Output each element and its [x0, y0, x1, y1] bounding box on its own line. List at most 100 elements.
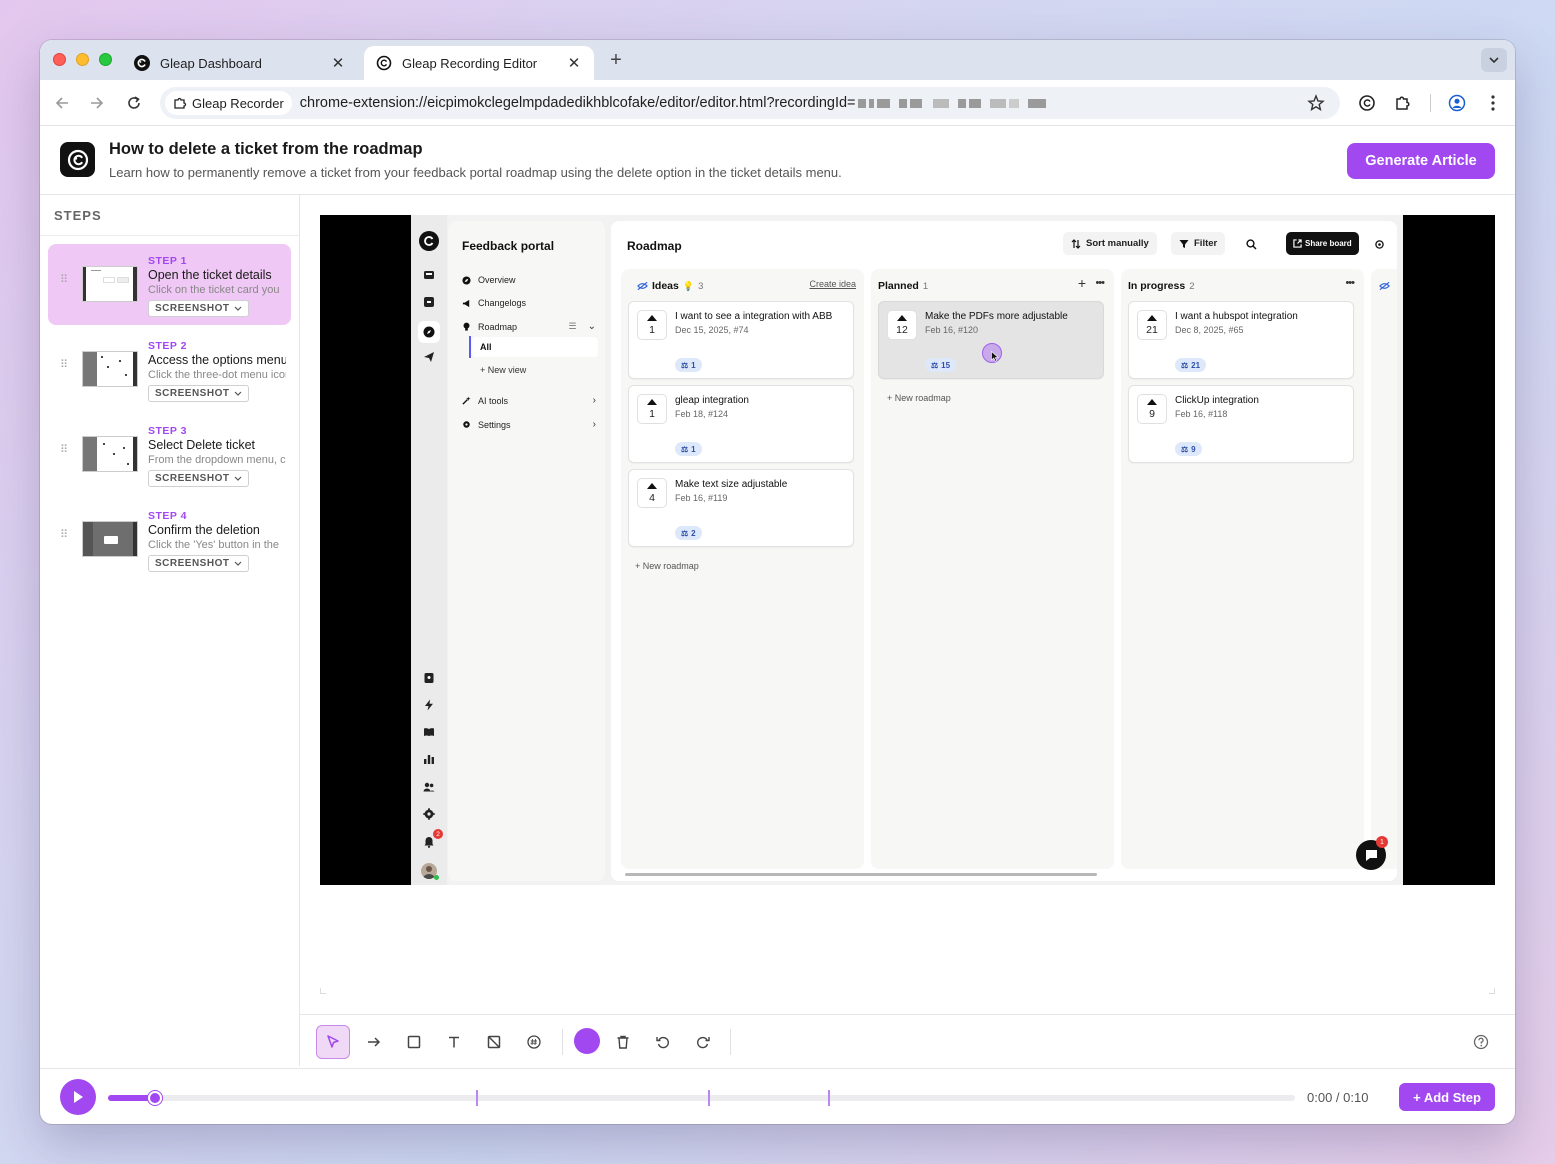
- timeline-track[interactable]: [108, 1090, 1295, 1106]
- ticket-badge: ⚖ 1: [675, 358, 702, 372]
- toolbar-divider: [730, 1029, 731, 1055]
- gleap-logo-icon: [419, 231, 439, 251]
- chevron-down-icon: [235, 561, 242, 566]
- back-icon[interactable]: [52, 93, 72, 113]
- redo-tool-button[interactable]: [686, 1025, 720, 1059]
- text-tool-button[interactable]: [437, 1025, 471, 1059]
- rectangle-tool-button[interactable]: [397, 1025, 431, 1059]
- add-step-button[interactable]: + Add Step: [1399, 1083, 1495, 1111]
- play-button[interactable]: [60, 1079, 96, 1115]
- nav-overview-label: Overview: [478, 275, 516, 285]
- tab-gleap-recording-editor[interactable]: Gleap Recording Editor ✕: [364, 46, 594, 80]
- vote-count: 9: [1149, 407, 1155, 420]
- filter-label: Filter: [1194, 238, 1218, 249]
- blur-tool-button[interactable]: [477, 1025, 511, 1059]
- badge-count: 21: [1191, 360, 1201, 370]
- drag-handle-icon[interactable]: ⠿: [60, 360, 69, 371]
- upvote-icon: [1147, 398, 1157, 405]
- extensions-puzzle-icon[interactable]: [1393, 93, 1413, 113]
- tab-search-icon[interactable]: [1481, 48, 1507, 72]
- ticket-card: 1 I want to see a integration with ABB D…: [628, 301, 854, 379]
- vote-count: 1: [649, 407, 655, 420]
- badge-count: 2: [691, 528, 696, 538]
- timeline-scrubber[interactable]: [148, 1091, 163, 1105]
- step-number: STEP 4: [148, 510, 187, 522]
- compass-icon: [418, 321, 440, 343]
- vote-count: 12: [896, 323, 908, 336]
- undo-tool-button[interactable]: [646, 1025, 680, 1059]
- canvas-corner-marker: [1489, 988, 1495, 994]
- forward-icon[interactable]: [87, 93, 107, 113]
- step-type-dropdown[interactable]: SCREENSHOT: [148, 385, 250, 402]
- ticket-meta: Feb 16, #119: [675, 493, 728, 503]
- compass-icon: [462, 275, 471, 285]
- play-icon: [74, 1091, 83, 1103]
- step-type-label: SCREENSHOT: [155, 473, 230, 484]
- gleap-recorder-favicon-icon: [376, 55, 392, 71]
- address-bar[interactable]: Gleap Recorder chrome-extension://eicpim…: [160, 87, 1340, 119]
- step-type-dropdown[interactable]: SCREENSHOT: [148, 470, 250, 487]
- minimize-window-button[interactable]: [76, 53, 89, 66]
- step-type-label: SCREENSHOT: [155, 388, 230, 399]
- step-type-dropdown[interactable]: SCREENSHOT: [148, 555, 250, 572]
- profile-icon[interactable]: [1447, 93, 1467, 113]
- tab-close-icon[interactable]: ✕: [330, 54, 346, 72]
- chat-icon: [421, 294, 437, 310]
- arrow-tool-button[interactable]: [357, 1025, 391, 1059]
- step-number: STEP 1: [148, 255, 187, 267]
- new-roadmap-link: + New roadmap: [887, 393, 951, 403]
- vote-button: 12: [887, 310, 917, 340]
- scale-icon: ⚖: [681, 444, 689, 454]
- close-window-button[interactable]: [53, 53, 66, 66]
- reload-icon[interactable]: [124, 93, 144, 113]
- drag-handle-icon[interactable]: ⠿: [60, 530, 69, 541]
- drag-handle-icon[interactable]: ⠿: [60, 275, 69, 286]
- ticket-title: Make text size adjustable: [675, 479, 788, 490]
- color-picker-button[interactable]: [574, 1028, 600, 1054]
- step-marker[interactable]: [828, 1090, 830, 1106]
- editor-canvas[interactable]: 2 Feedback portal Overview Changelogs Ro…: [320, 215, 1495, 885]
- tab-strip: Gleap Dashboard ✕ Gleap Recording Editor…: [40, 40, 1515, 80]
- tab-gleap-dashboard[interactable]: Gleap Dashboard ✕: [122, 46, 358, 80]
- step-type-dropdown[interactable]: SCREENSHOT: [148, 300, 250, 317]
- trash-icon: [617, 1035, 629, 1049]
- new-tab-icon[interactable]: +: [606, 49, 626, 72]
- tab-close-icon[interactable]: ✕: [566, 54, 582, 72]
- scale-icon: ⚖: [931, 360, 939, 370]
- column-partial: [1371, 269, 1397, 869]
- ticket-card: 1 gleap integration Feb 18, #124 ⚖ 1: [628, 385, 854, 463]
- settings-gear-icon: [1372, 237, 1386, 251]
- extension-chip[interactable]: Gleap Recorder: [165, 91, 292, 115]
- text-icon: [449, 1036, 459, 1048]
- step-card-3[interactable]: ⠿ STEP 3 Select Delete ticket From the d…: [48, 414, 291, 495]
- delete-tool-button[interactable]: [606, 1025, 640, 1059]
- badge-count: 9: [1191, 444, 1196, 454]
- new-view-link: + New view: [480, 365, 527, 375]
- ticket-title: ClickUp integration: [1175, 395, 1259, 406]
- step-card-1[interactable]: ⠿ STEP 1 Open the ticket details Click o…: [48, 244, 291, 325]
- upvote-icon: [647, 314, 657, 321]
- step-type-label: SCREENSHOT: [155, 303, 230, 314]
- step-number: STEP 2: [148, 340, 187, 352]
- roadmap-title: Roadmap: [627, 239, 682, 253]
- gleap-extension-icon[interactable]: [1357, 93, 1377, 113]
- redo-icon: [697, 1036, 710, 1049]
- column-in-progress: In progress 2 ••• 21 I want a hubspot in…: [1121, 269, 1364, 869]
- select-tool-button[interactable]: [316, 1025, 350, 1059]
- sort-button: Sort manually: [1063, 232, 1157, 255]
- undo-icon: [656, 1036, 669, 1049]
- generate-article-button[interactable]: Generate Article: [1347, 143, 1495, 179]
- bookmark-star-icon[interactable]: [1307, 94, 1325, 112]
- step-card-2[interactable]: ⠿ STEP 2 Access the options menu Click t…: [48, 329, 291, 410]
- step-title: Open the ticket details: [148, 268, 272, 282]
- step-marker[interactable]: [476, 1090, 478, 1106]
- step-marker[interactable]: [708, 1090, 710, 1106]
- gear-icon: [463, 421, 470, 428]
- drag-handle-icon[interactable]: ⠿: [60, 445, 69, 456]
- step-card-4[interactable]: ⠿ STEP 4 Confirm the deletion Click the …: [48, 499, 291, 580]
- number-tool-button[interactable]: [517, 1025, 551, 1059]
- help-button[interactable]: [1464, 1025, 1498, 1059]
- maximize-window-button[interactable]: [99, 53, 112, 66]
- browser-menu-icon[interactable]: [1483, 93, 1503, 113]
- share-icon: [1293, 239, 1302, 248]
